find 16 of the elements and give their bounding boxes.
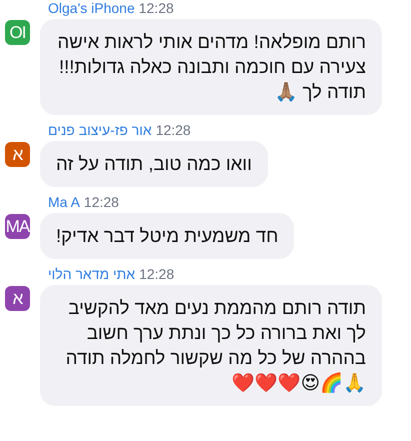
message-time: 12:28 bbox=[138, 0, 174, 16]
avatar: א bbox=[5, 286, 30, 311]
sender-name: Ma A bbox=[48, 194, 80, 210]
message-time: 12:28 bbox=[84, 194, 119, 210]
avatar: MA bbox=[5, 214, 30, 239]
message-bubble: וואו כמה טוב, תודה על זה bbox=[40, 141, 268, 187]
message-time: 12:28 bbox=[139, 266, 174, 282]
sender-name: אור פז-עיצוב פנים bbox=[48, 122, 152, 138]
sender-name: אתי מדאר הלוי bbox=[48, 266, 136, 282]
message-time: 12:28 bbox=[156, 122, 191, 138]
avatar: OI bbox=[5, 20, 30, 45]
sender-name: Olga's iPhone bbox=[48, 0, 135, 16]
message-bubble: חד משמעית מיטל דבר אדיק! bbox=[40, 213, 294, 259]
avatar: א bbox=[5, 142, 30, 167]
message-bubble: רותם מופלאה! מדהים אותי לראות אישה צעירה עם חוכמה ותבונה כאלה גדולות!!! תודה לך 🙏🏽 bbox=[40, 19, 382, 115]
message-bubble: תודה רותם מהממת נעים מאד להקשיב לך ואת ברורה כל כך ונתת ערך חשוב בההרה של כל מה שקשור לחמלה תודה🙏🌈😍❤❤❤ bbox=[40, 285, 382, 406]
